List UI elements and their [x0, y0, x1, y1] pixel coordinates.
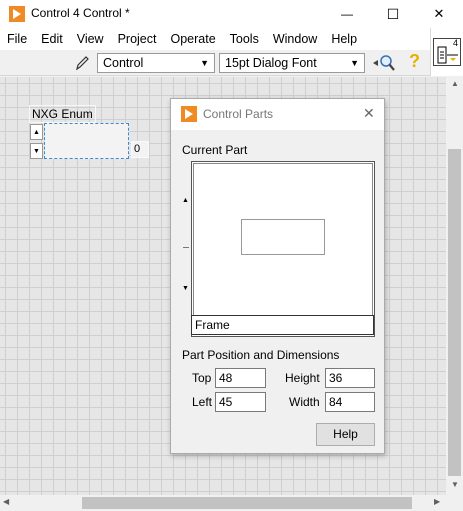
close-button[interactable]: ✕ — [416, 0, 462, 28]
control-type-dropdown[interactable]: Control ▼ — [97, 53, 215, 73]
enum-body[interactable] — [44, 123, 129, 159]
menu-operate[interactable]: Operate — [163, 28, 222, 50]
up-arrow-icon: ▲ — [33, 128, 40, 136]
maximize-button[interactable]: ☐ — [370, 0, 416, 28]
dialog-close-icon[interactable]: ✕ — [363, 105, 375, 122]
close-icon: ✕ — [433, 6, 445, 21]
part-stepper-tick — [183, 247, 189, 248]
title-bar: Control 4 Control * — ☐ ✕ — [0, 0, 463, 28]
window-title: Control 4 Control * — [31, 6, 130, 20]
help-button[interactable]: Help — [316, 423, 375, 446]
down-arrow-icon: ▼ — [33, 147, 40, 155]
top-field[interactable]: 48 — [215, 368, 266, 388]
part-name-field[interactable]: Frame — [191, 315, 374, 335]
minimize-icon: — — [341, 7, 353, 21]
menu-edit[interactable]: Edit — [34, 28, 70, 50]
height-field[interactable]: 36 — [325, 368, 375, 388]
menu-view[interactable]: View — [70, 28, 111, 50]
position-dimensions-label: Part Position and Dimensions — [182, 348, 340, 362]
menu-tools[interactable]: Tools — [223, 28, 266, 50]
part-preview — [191, 161, 375, 337]
scroll-corner — [446, 495, 463, 511]
scroll-down-icon[interactable]: ▼ — [451, 480, 459, 489]
search-icon[interactable] — [373, 54, 395, 72]
chevron-down-icon: ▼ — [350, 58, 359, 68]
enum-decrement-button[interactable]: ▼ — [30, 143, 43, 159]
edit-pencil-icon[interactable] — [74, 55, 90, 71]
left-field[interactable]: 45 — [215, 392, 266, 412]
control-parts-dialog: Control Parts ✕ Current Part ▲ ▼ Frame P… — [170, 98, 385, 454]
menu-bar: File Edit View Project Operate Tools Win… — [0, 28, 430, 50]
menu-project[interactable]: Project — [111, 28, 164, 50]
dialog-title-bar: Control Parts ✕ — [171, 99, 384, 130]
width-field[interactable]: 84 — [325, 392, 375, 412]
control-type-value: Control — [103, 56, 144, 70]
dialog-title: Control Parts — [203, 107, 274, 121]
part-down-arrow-icon[interactable]: ▼ — [182, 285, 189, 292]
menu-file[interactable]: File — [0, 28, 34, 50]
horizontal-scrollbar[interactable]: ◀ ▶ — [0, 495, 446, 511]
connector-pane[interactable]: 4 — [433, 38, 461, 66]
font-value: 15pt Dialog Font — [225, 56, 317, 70]
labview-vi-icon — [181, 106, 197, 122]
maximize-icon: ☐ — [386, 5, 400, 22]
context-help-icon[interactable]: ? — [409, 51, 420, 72]
scroll-right-icon[interactable]: ▶ — [434, 497, 440, 506]
current-part-label: Current Part — [182, 143, 248, 157]
left-label: Left — [192, 395, 213, 409]
toolbar: Control ▼ 15pt Dialog Font ▼ ? — [0, 50, 430, 76]
part-frame-rect — [241, 219, 325, 255]
enum-label[interactable]: NXG Enum — [29, 105, 96, 123]
enum-increment-button[interactable]: ▲ — [30, 124, 43, 140]
height-label: Height — [285, 371, 320, 385]
scroll-up-icon[interactable]: ▲ — [451, 79, 459, 88]
horizontal-scroll-thumb[interactable] — [82, 497, 412, 509]
menu-window[interactable]: Window — [266, 28, 324, 50]
chevron-down-icon: ▼ — [200, 58, 209, 68]
vertical-scroll-thumb[interactable] — [448, 149, 461, 476]
enum-value-display[interactable]: 0 — [131, 141, 149, 158]
minimize-button[interactable]: — — [324, 0, 370, 28]
font-dropdown[interactable]: 15pt Dialog Font ▼ — [219, 53, 365, 73]
labview-vi-icon — [9, 6, 25, 22]
top-label: Top — [192, 371, 212, 385]
width-label: Width — [289, 395, 320, 409]
connector-pane-panel: 4 — [430, 28, 463, 76]
vertical-scrollbar[interactable]: ▲ ▼ — [446, 77, 463, 495]
scroll-left-icon[interactable]: ◀ — [3, 497, 9, 506]
connector-icon — [437, 46, 458, 64]
part-up-arrow-icon[interactable]: ▲ — [182, 197, 189, 204]
menu-help[interactable]: Help — [324, 28, 364, 50]
